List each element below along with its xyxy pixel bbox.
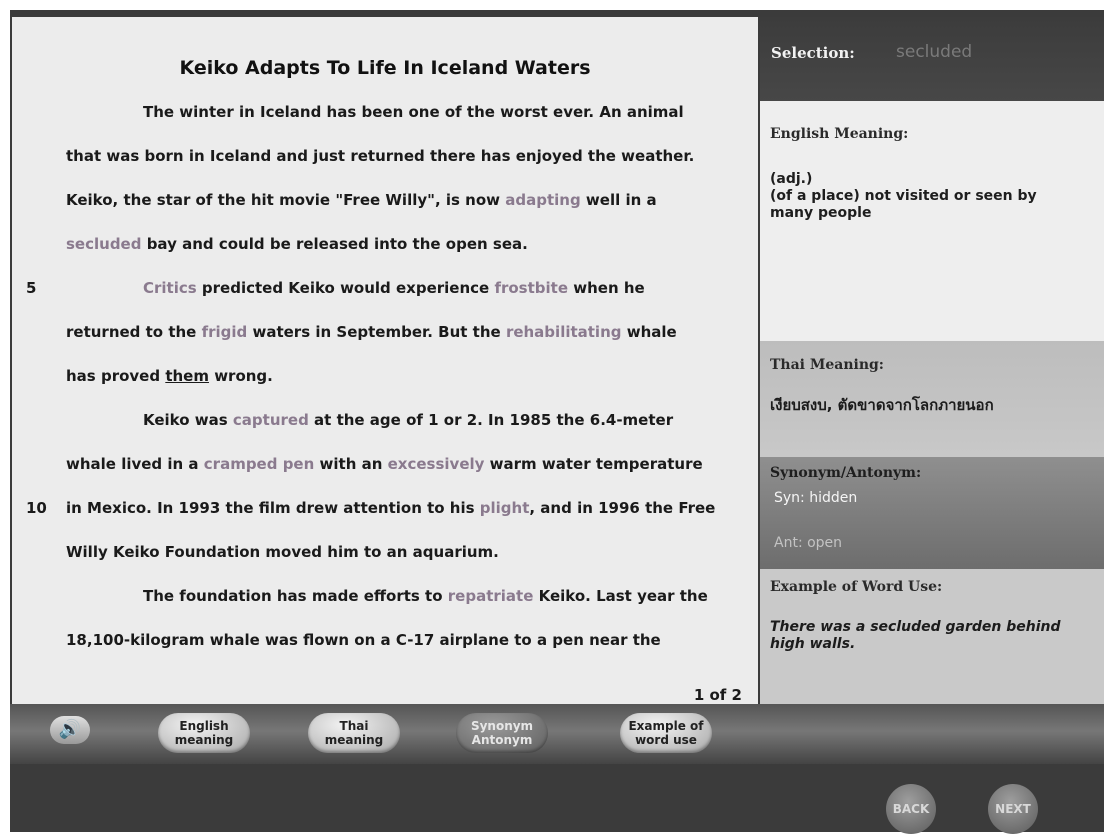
selection-word: secluded <box>896 42 973 62</box>
thai-meaning-button[interactable]: Thai meaning <box>308 713 400 753</box>
navigation-bar: BACK NEXT <box>10 764 1104 834</box>
text-segment: well in a <box>580 191 657 209</box>
article-line: Keiko was captured at the age of 1 or 2.… <box>143 411 673 429</box>
antonym-text: Ant: open <box>774 535 843 551</box>
speaker-icon[interactable]: 🔊 <box>50 716 90 744</box>
page-indicator: 1 of 2 <box>693 686 742 704</box>
vocabulary-sidebar: Selection: secluded English Meaning: (ad… <box>760 17 1104 712</box>
english-definition: (of a place) not visited or seen by many… <box>770 188 1037 221</box>
button-label: Thai <box>339 719 369 733</box>
article-line: returned to the frigid waters in Septemb… <box>66 323 677 341</box>
text-segment: Keiko was <box>143 411 233 429</box>
text-segment: The foundation has made efforts to <box>143 587 448 605</box>
selection-panel: Selection: secluded <box>760 17 1104 101</box>
text-segment: predicted Keiko would experience <box>196 279 495 297</box>
article-line: whale lived in a cramped pen with an exc… <box>66 455 703 473</box>
synonym-antonym-label: Synonym/Antonym: <box>770 465 922 481</box>
text-segment: , and in 1996 the Free <box>529 499 716 517</box>
synonym-text: Syn: hidden <box>774 490 858 506</box>
selection-label: Selection: <box>771 44 855 62</box>
text-segment: whale lived in a <box>66 455 204 473</box>
article-title: Keiko Adapts To Life In Iceland Waters <box>179 57 591 79</box>
toolbar: 🔊 English meaning Thai meaning Synonym A… <box>10 704 1104 764</box>
synonym-antonym-panel: Synonym/Antonym: Syn: hidden Ant: open <box>760 457 1104 569</box>
example-of-word-use-button[interactable]: Example of word use <box>620 713 712 753</box>
vocab-word[interactable]: secluded <box>66 235 141 253</box>
vocab-word[interactable]: adapting <box>505 191 580 209</box>
text-segment: warm water temperature <box>484 455 703 473</box>
thai-meaning-label: Thai Meaning: <box>770 357 884 373</box>
text-segment: wrong. <box>208 367 273 385</box>
article-line: Willy Keiko Foundation moved him to an a… <box>66 543 499 561</box>
button-label: English <box>179 719 229 733</box>
text-segment: waters in September. But the <box>247 323 506 341</box>
vocab-word[interactable]: captured <box>233 411 309 429</box>
line-number-10: 10 <box>26 499 47 517</box>
next-button[interactable]: NEXT <box>988 784 1038 834</box>
english-meaning-label: English Meaning: <box>770 126 909 142</box>
text-segment: at the age of 1 or 2. In 1985 the 6.4-me… <box>308 411 674 429</box>
reference-word[interactable]: them <box>165 367 209 385</box>
english-meaning-text: (adj.) (of a place) not visited or seen … <box>770 171 1070 222</box>
text-segment: with an <box>314 455 388 473</box>
vocab-word[interactable]: Critics <box>143 279 197 297</box>
vocab-word[interactable]: frostbite <box>494 279 568 297</box>
text-segment: when he <box>568 279 645 297</box>
button-label: Synonym <box>470 719 534 733</box>
button-label: Example of <box>628 719 704 733</box>
vocab-word[interactable]: cramped pen <box>204 455 315 473</box>
article-line: secluded bay and could be released into … <box>66 235 528 253</box>
example-label: Example of Word Use: <box>770 579 943 595</box>
english-meaning-button[interactable]: English meaning <box>158 713 250 753</box>
back-button[interactable]: BACK <box>886 784 936 834</box>
button-label: meaning <box>174 733 234 747</box>
vocab-word[interactable]: repatriate <box>448 587 534 605</box>
text-segment: has proved <box>66 367 166 385</box>
reading-pane: Keiko Adapts To Life In Iceland Waters T… <box>12 17 758 712</box>
text-segment: bay and could be released into the open … <box>141 235 528 253</box>
app-frame: Keiko Adapts To Life In Iceland Waters T… <box>10 10 1104 834</box>
article-line: 18,100-kilogram whale was flown on a C-1… <box>66 631 661 649</box>
vocab-word[interactable]: excessively <box>388 455 485 473</box>
example-panel: Example of Word Use: There was a seclude… <box>760 569 1104 712</box>
article-line: in Mexico. In 1993 the film drew attenti… <box>66 499 715 517</box>
text-segment: Willy Keiko Foundation moved him to an a… <box>66 543 499 561</box>
vocab-word[interactable]: plight <box>480 499 530 517</box>
english-meaning-panel: English Meaning: (adj.) (of a place) not… <box>760 101 1104 341</box>
text-segment: Keiko. Last year the <box>533 587 708 605</box>
text-segment: whale <box>621 323 677 341</box>
button-label: Antonym <box>471 733 533 747</box>
thai-meaning-text: เงียบสงบ, ตัดขาดจากโลกภายนอก <box>770 396 994 414</box>
article-line: Keiko, the star of the hit movie "Free W… <box>66 191 657 209</box>
example-text: There was a secluded garden behind high … <box>770 619 1061 652</box>
text-segment: that was born in Iceland and just return… <box>66 147 695 165</box>
article-line: that was born in Iceland and just return… <box>66 147 694 165</box>
line-number-5: 5 <box>26 279 37 297</box>
article-line: The foundation has made efforts to repat… <box>143 587 708 605</box>
text-segment: 18,100-kilogram whale was flown on a C-1… <box>66 631 661 649</box>
article-line: has proved them wrong. <box>66 367 273 385</box>
part-of-speech: (adj.) <box>770 171 813 187</box>
text-segment: Keiko, the star of the hit movie "Free W… <box>66 191 506 209</box>
thai-meaning-panel: Thai Meaning: เงียบสงบ, ตัดขาดจากโลกภายน… <box>760 341 1104 457</box>
article-line: The winter in Iceland has been one of th… <box>143 103 684 121</box>
article-line: Critics predicted Keiko would experience… <box>143 279 645 297</box>
button-label: word use <box>635 733 697 747</box>
synonym-antonym-button[interactable]: Synonym Antonym <box>456 713 548 753</box>
button-label: meaning <box>324 733 384 747</box>
vocab-word[interactable]: frigid <box>202 323 248 341</box>
text-segment: returned to the <box>66 323 202 341</box>
vocab-word[interactable]: rehabilitating <box>506 323 622 341</box>
text-segment: in Mexico. In 1993 the film drew attenti… <box>66 499 480 517</box>
text-segment: The winter in Iceland has been one of th… <box>143 103 684 121</box>
